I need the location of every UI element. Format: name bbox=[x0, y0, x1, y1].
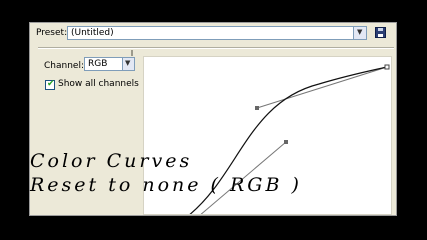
overlay-caption-subtitle: Reset to none ( RGB ) bbox=[30, 174, 302, 196]
show-all-channels-label: Show all channels bbox=[58, 79, 139, 89]
overlay-caption-title: Color Curves bbox=[30, 150, 193, 172]
channel-label: Channel: bbox=[44, 61, 84, 71]
save-icon[interactable] bbox=[375, 27, 386, 38]
chevron-down-icon: ▼ bbox=[357, 28, 363, 36]
control-handle-lower[interactable] bbox=[284, 140, 288, 144]
curve-endpoint[interactable] bbox=[384, 64, 390, 70]
divider bbox=[38, 47, 394, 49]
channel-dropdown-button[interactable]: ▼ bbox=[122, 58, 134, 70]
chevron-down-icon: ▼ bbox=[125, 59, 131, 67]
preset-value: (Untitled) bbox=[71, 28, 114, 38]
channel-value: RGB bbox=[88, 59, 108, 69]
show-all-channels-checkbox[interactable]: ✔ bbox=[45, 79, 55, 90]
checkmark-icon: ✔ bbox=[47, 79, 55, 89]
preset-dropdown-button[interactable]: ▼ bbox=[353, 27, 366, 39]
preset-label: Preset: bbox=[36, 28, 68, 38]
channel-select[interactable]: RGB ▼ bbox=[84, 57, 135, 71]
control-handle-upper[interactable] bbox=[255, 106, 259, 110]
tangent-handle-line-upper bbox=[256, 66, 388, 109]
pane-splitter[interactable] bbox=[131, 50, 133, 56]
preset-select[interactable]: (Untitled) ▼ bbox=[67, 26, 367, 40]
